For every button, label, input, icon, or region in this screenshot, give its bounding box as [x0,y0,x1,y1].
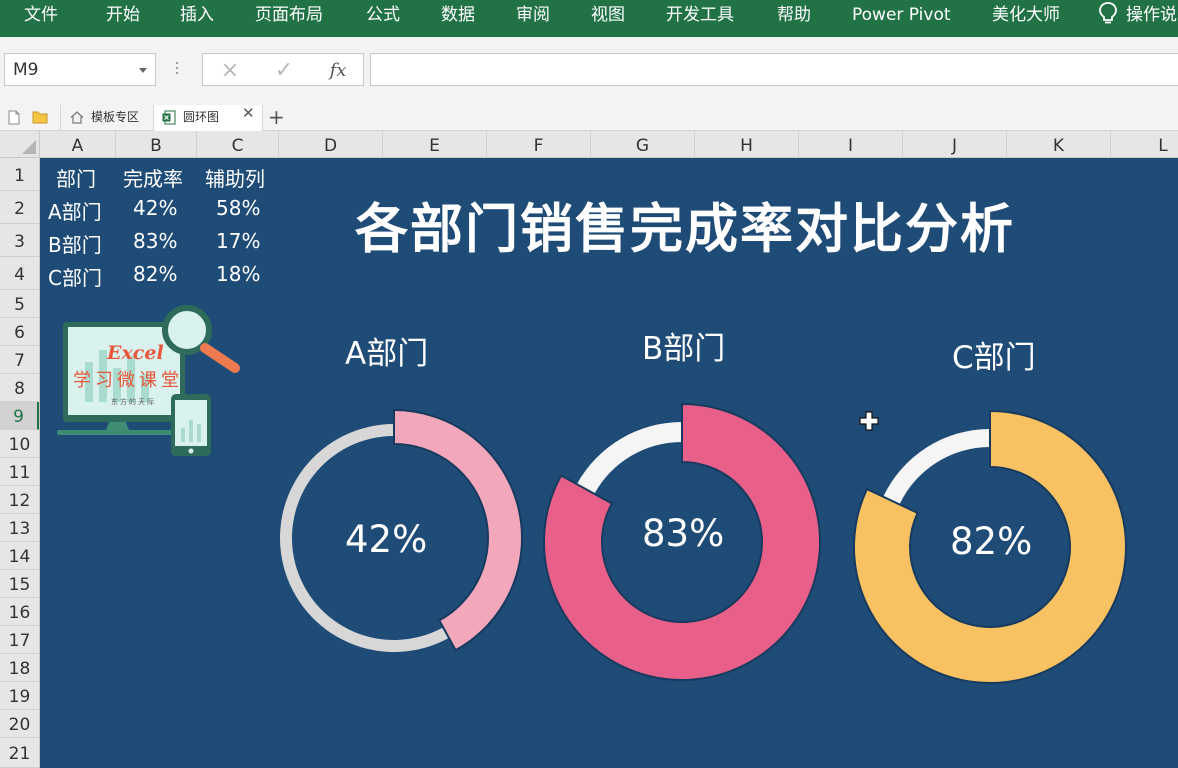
donut-title-a[interactable]: A部门 [345,328,428,373]
donut-data-label-a[interactable]: 42% [345,518,427,561]
donut-data-label-b[interactable]: 83% [642,512,724,555]
donut-title-b[interactable]: B部门 [642,323,725,368]
donut-title-c[interactable]: C部门 [952,332,1036,377]
donut-data-label-c[interactable]: 82% [950,520,1032,563]
donut-charts [280,402,1127,684]
donut-b-remainder-slice[interactable] [576,422,682,494]
donut-c-remainder-slice[interactable] [883,429,990,505]
cell-cursor-icon [859,411,879,431]
